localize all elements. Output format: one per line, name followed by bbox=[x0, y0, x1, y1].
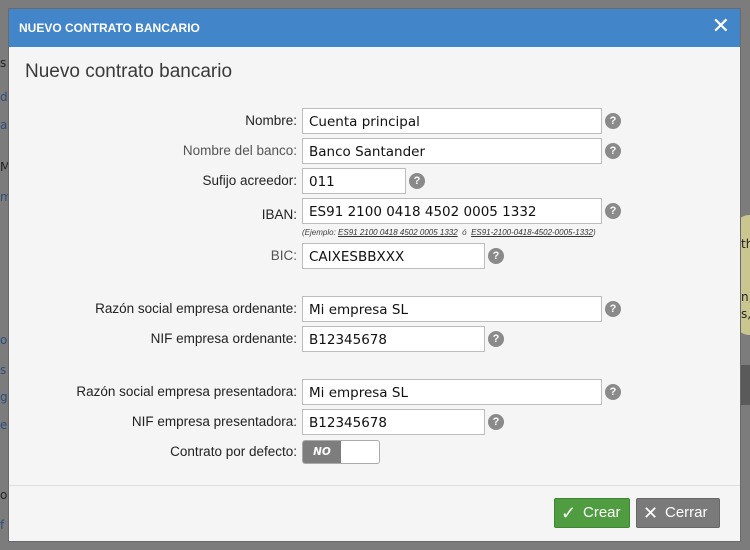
nif-ordenante-label: NIF empresa ordenante: bbox=[150, 331, 297, 346]
x-icon: ✕ bbox=[643, 503, 659, 523]
background-text: o bbox=[0, 488, 8, 502]
close-icon[interactable]: ✕ bbox=[712, 15, 730, 39]
help-icon[interactable]: ? bbox=[605, 301, 621, 317]
hint-example-spaced: ES91 2100 0418 4502 0005 1332 bbox=[338, 228, 458, 237]
row-iban: IBAN: ES91 2100 0418 4502 0005 1332 ? bbox=[9, 198, 740, 224]
row-defecto: Contrato por defecto: NO bbox=[9, 440, 740, 466]
help-icon[interactable]: ? bbox=[409, 173, 425, 189]
iban-input[interactable]: ES91 2100 0418 4502 0005 1332 bbox=[302, 198, 602, 224]
nombre-label: Nombre: bbox=[245, 113, 297, 128]
background-text: s bbox=[0, 363, 7, 377]
background-text: e bbox=[0, 418, 8, 432]
row-banco: Nombre del banco: Banco Santander ? bbox=[9, 138, 740, 164]
background-text: g bbox=[0, 390, 8, 404]
row-razon-ordenante: Razón social empresa ordenante: Mi empre… bbox=[9, 296, 740, 322]
background-text: s, bbox=[741, 307, 750, 321]
background-text: th bbox=[741, 237, 750, 251]
nif-presentadora-input[interactable]: B12345678 bbox=[302, 409, 485, 435]
iban-label: IBAN: bbox=[261, 207, 297, 222]
razon-ordenante-label: Razón social empresa ordenante: bbox=[95, 301, 297, 316]
help-icon[interactable]: ? bbox=[488, 248, 504, 264]
help-icon[interactable]: ? bbox=[605, 143, 621, 159]
razon-ordenante-input[interactable]: Mi empresa SL bbox=[302, 296, 602, 322]
default-contract-toggle[interactable]: NO bbox=[302, 440, 380, 464]
bic-label: BIC: bbox=[270, 248, 297, 263]
iban-example-hint: (Ejemplo: ES91 2100 0418 4502 0005 1332 … bbox=[302, 228, 596, 237]
footer-divider bbox=[9, 485, 740, 486]
toggle-state: NO bbox=[303, 441, 341, 463]
hint-separator: ó bbox=[462, 228, 467, 237]
help-icon[interactable]: ? bbox=[605, 203, 621, 219]
help-icon[interactable]: ? bbox=[605, 384, 621, 400]
check-icon: ✓ bbox=[561, 503, 577, 523]
nombre-input[interactable]: Cuenta principal bbox=[302, 108, 602, 134]
row-bic: BIC: CAIXESBBXXX ? bbox=[9, 243, 740, 269]
banco-label: Nombre del banco: bbox=[182, 143, 297, 158]
hint-example-dashed: ES91-2100-0418-4502-0005-1332 bbox=[471, 228, 593, 237]
create-button-label: Crear bbox=[583, 504, 621, 521]
row-nombre: Nombre: Cuenta principal ? bbox=[9, 108, 740, 134]
row-razon-presentadora: Razón social empresa presentadora: Mi em… bbox=[9, 379, 740, 405]
sufijo-input[interactable]: 011 bbox=[302, 168, 406, 194]
dialog-title: NUEVO CONTRATO BANCARIO bbox=[19, 21, 200, 35]
sufijo-label: Sufijo acreedor: bbox=[202, 173, 297, 188]
help-icon[interactable]: ? bbox=[605, 113, 621, 129]
background-text: o bbox=[0, 333, 8, 347]
page-title: Nuevo contrato bancario bbox=[25, 61, 233, 82]
hint-prefix: (Ejemplo: bbox=[302, 228, 336, 237]
row-nif-presentadora: NIF empresa presentadora: B12345678 ? bbox=[9, 409, 740, 435]
nif-ordenante-input[interactable]: B12345678 bbox=[302, 326, 485, 352]
background-text: s bbox=[0, 56, 7, 70]
razon-presentadora-input[interactable]: Mi empresa SL bbox=[302, 379, 602, 405]
help-icon[interactable]: ? bbox=[488, 331, 504, 347]
row-nif-ordenante: NIF empresa ordenante: B12345678 ? bbox=[9, 326, 740, 352]
bic-input[interactable]: CAIXESBBXXX bbox=[302, 243, 485, 269]
close-button[interactable]: ✕ Cerrar bbox=[636, 498, 720, 528]
background-text: n, bbox=[741, 290, 750, 304]
close-button-label: Cerrar bbox=[665, 504, 708, 521]
help-icon[interactable]: ? bbox=[488, 414, 504, 430]
defecto-label: Contrato por defecto: bbox=[170, 444, 297, 459]
create-button[interactable]: ✓ Crear bbox=[554, 498, 630, 528]
contract-dialog: NUEVO CONTRATO BANCARIO ✕ Nuevo contrato… bbox=[8, 8, 741, 542]
banco-input[interactable]: Banco Santander bbox=[302, 138, 602, 164]
background-text: d bbox=[0, 90, 8, 104]
row-sufijo: Sufijo acreedor: 011 ? bbox=[9, 168, 740, 194]
background-text: f bbox=[0, 518, 5, 532]
razon-presentadora-label: Razón social empresa presentadora: bbox=[76, 384, 297, 399]
hint-suffix: ) bbox=[592, 228, 596, 237]
background-text: a bbox=[0, 118, 8, 132]
dialog-titlebar: NUEVO CONTRATO BANCARIO ✕ bbox=[9, 9, 740, 47]
nif-presentadora-label: NIF empresa presentadora: bbox=[131, 414, 297, 429]
